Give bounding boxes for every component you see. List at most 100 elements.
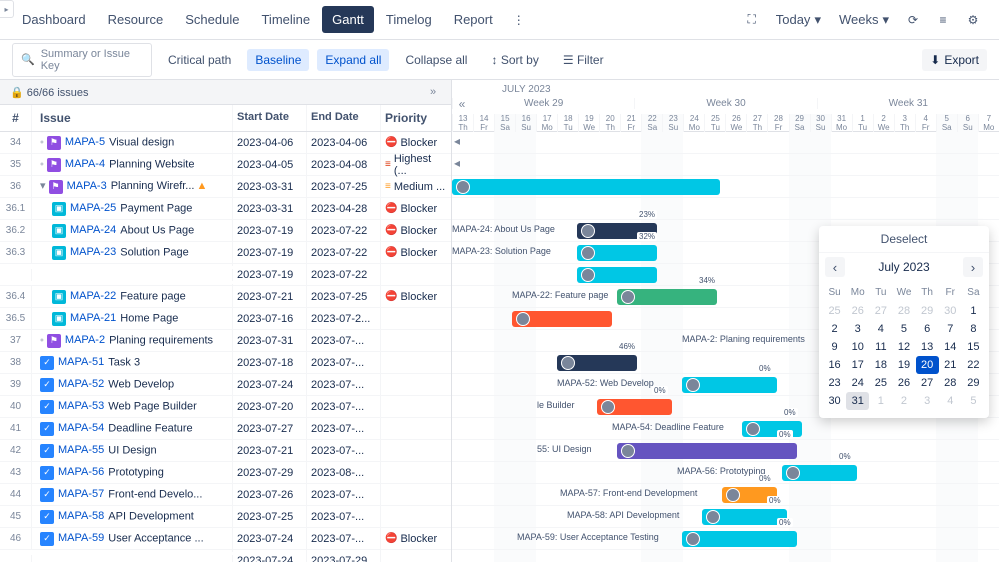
gantt-bar[interactable]: [577, 245, 657, 261]
filter-button[interactable]: ☰ Filter: [555, 49, 612, 71]
dp-day[interactable]: 27: [916, 374, 939, 392]
datepicker-next[interactable]: ›: [963, 257, 983, 277]
dp-day[interactable]: 4: [869, 320, 892, 338]
dp-day[interactable]: 25: [823, 302, 846, 320]
tab-gantt[interactable]: Gantt: [322, 6, 374, 33]
sort-button[interactable]: ↕ Sort by: [483, 49, 546, 71]
dp-day[interactable]: 14: [939, 338, 962, 356]
baseline-button[interactable]: Baseline: [247, 49, 309, 71]
dp-day[interactable]: 21: [939, 356, 962, 374]
export-button[interactable]: ⬇Export: [922, 49, 987, 71]
col-number[interactable]: #: [0, 105, 32, 131]
dp-day[interactable]: 26: [892, 374, 915, 392]
tab-timelog[interactable]: Timelog: [376, 6, 442, 33]
gantt-bar[interactable]: [512, 311, 612, 327]
dp-day[interactable]: 2: [892, 392, 915, 410]
gantt-bar[interactable]: [702, 509, 787, 525]
critical-path-button[interactable]: Critical path: [160, 49, 239, 71]
table-row[interactable]: 46✓MAPA-59User Acceptance ...2023-07-242…: [0, 528, 451, 550]
sidebar-expand-handle[interactable]: ▸: [0, 0, 14, 18]
tab-resource[interactable]: Resource: [98, 6, 174, 33]
gantt-row[interactable]: ◂: [452, 154, 999, 176]
gantt-row[interactable]: MAPA-54: Deadline Feature0%: [452, 418, 999, 440]
dp-day[interactable]: 25: [869, 374, 892, 392]
gantt-row[interactable]: ◂: [452, 132, 999, 154]
scroll-left-icon[interactable]: ◂: [454, 134, 460, 148]
sync-icon[interactable]: ⟳: [899, 6, 927, 34]
col-priority[interactable]: Priority: [381, 105, 451, 131]
dp-day[interactable]: 26: [846, 302, 869, 320]
more-icon[interactable]: ⋮: [505, 6, 533, 34]
dp-day[interactable]: 5: [892, 320, 915, 338]
table-row[interactable]: 2023-07-242023-07-29: [0, 550, 451, 562]
scroll-left-icon[interactable]: ◂: [454, 156, 460, 170]
collapse-all-button[interactable]: Collapse all: [397, 49, 475, 71]
dp-day[interactable]: 17: [846, 356, 869, 374]
dp-day[interactable]: 3: [916, 392, 939, 410]
gantt-bar[interactable]: [682, 531, 797, 547]
dp-day[interactable]: 3: [846, 320, 869, 338]
dp-day[interactable]: 24: [846, 374, 869, 392]
gantt-bar[interactable]: [782, 465, 857, 481]
dp-day[interactable]: 7: [939, 320, 962, 338]
gantt-row[interactable]: MAPA-58: API Development0%: [452, 506, 999, 528]
tab-timeline[interactable]: Timeline: [251, 6, 320, 33]
dp-day[interactable]: 12: [892, 338, 915, 356]
dp-day[interactable]: 18: [869, 356, 892, 374]
dp-day[interactable]: 1: [869, 392, 892, 410]
collapse-panel-icon[interactable]: »: [425, 84, 441, 100]
gantt-bar[interactable]: [452, 179, 720, 195]
gantt-row[interactable]: [452, 198, 999, 220]
dp-day[interactable]: 29: [916, 302, 939, 320]
dp-day[interactable]: 27: [869, 302, 892, 320]
gantt-bar[interactable]: [617, 289, 717, 305]
dp-day[interactable]: 28: [939, 374, 962, 392]
expand-all-button[interactable]: Expand all: [317, 49, 389, 71]
col-end[interactable]: End Date: [307, 105, 381, 131]
dp-day[interactable]: 20: [916, 356, 939, 374]
gear-icon[interactable]: ⚙: [959, 6, 987, 34]
dp-day[interactable]: 22: [962, 356, 985, 374]
gantt-bar[interactable]: [557, 355, 637, 371]
dp-day[interactable]: 8: [962, 320, 985, 338]
dp-day[interactable]: 23: [823, 374, 846, 392]
today-button[interactable]: Today ▾: [768, 8, 829, 32]
expand-panel-icon[interactable]: «: [454, 96, 470, 112]
gantt-row[interactable]: 55: UI Design0%: [452, 440, 999, 462]
gantt-row[interactable]: [452, 550, 999, 562]
gantt-row[interactable]: MAPA-59: User Acceptance Testing0%: [452, 528, 999, 550]
tab-schedule[interactable]: Schedule: [175, 6, 249, 33]
gantt-bar[interactable]: [617, 443, 797, 459]
gantt-bar[interactable]: [742, 421, 802, 437]
zoom-weeks-select[interactable]: Weeks ▾: [831, 8, 897, 32]
settings-sliders-icon[interactable]: ≡: [929, 6, 957, 34]
dp-day[interactable]: 6: [916, 320, 939, 338]
gantt-row[interactable]: MAPA-57: Front-end Development0%: [452, 484, 999, 506]
tab-dashboard[interactable]: Dashboard: [12, 6, 96, 33]
gantt-row[interactable]: [452, 176, 999, 198]
dp-day[interactable]: 13: [916, 338, 939, 356]
dp-day[interactable]: 29: [962, 374, 985, 392]
gantt-row[interactable]: MAPA-56: Prototyping0%: [452, 462, 999, 484]
search-input[interactable]: 🔍Summary or Issue Key: [12, 43, 152, 77]
datepicker-prev[interactable]: ‹: [825, 257, 845, 277]
gantt-bar[interactable]: [597, 399, 672, 415]
dp-day[interactable]: 10: [846, 338, 869, 356]
dp-day[interactable]: 31: [846, 392, 869, 410]
dp-day[interactable]: 1: [962, 302, 985, 320]
dp-day[interactable]: 19: [892, 356, 915, 374]
datepicker-deselect[interactable]: Deselect: [819, 226, 989, 253]
dp-day[interactable]: 30: [939, 302, 962, 320]
col-start[interactable]: Start Date: [233, 105, 307, 131]
table-row[interactable]: 36.3▣MAPA-23Solution Page2023-07-192023-…: [0, 242, 451, 264]
gantt-bar[interactable]: [577, 267, 657, 283]
dp-day[interactable]: 28: [892, 302, 915, 320]
dp-day[interactable]: 30: [823, 392, 846, 410]
dp-day[interactable]: 9: [823, 338, 846, 356]
tab-report[interactable]: Report: [444, 6, 503, 33]
dp-day[interactable]: 15: [962, 338, 985, 356]
dp-day[interactable]: 11: [869, 338, 892, 356]
dp-day[interactable]: 4: [939, 392, 962, 410]
dp-day[interactable]: 5: [962, 392, 985, 410]
col-issue[interactable]: Issue: [32, 105, 233, 131]
